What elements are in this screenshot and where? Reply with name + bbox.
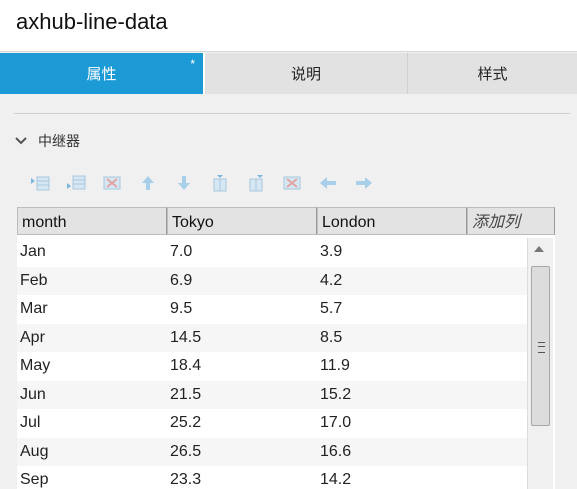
cell-month[interactable]: Aug (17, 438, 167, 467)
cell-month[interactable]: May (17, 352, 167, 381)
cell-tokyo[interactable]: 7.0 (167, 238, 317, 267)
column-header-month[interactable]: month (17, 207, 167, 235)
insert-column-left-icon[interactable] (202, 172, 238, 194)
table-row[interactable]: Sep 23.3 14.2 (17, 466, 527, 489)
scrollbar-grip-icon (538, 342, 545, 353)
scrollbar-thumb[interactable] (531, 266, 550, 426)
cell-month[interactable]: Sep (17, 466, 167, 489)
cell-london[interactable]: 5.7 (317, 295, 467, 324)
tab-description-label: 说明 (290, 66, 321, 83)
cell-month[interactable]: Jun (17, 381, 167, 410)
cell-london[interactable]: 8.5 (317, 324, 467, 353)
cell-tokyo[interactable]: 26.5 (167, 438, 317, 467)
vertical-scrollbar[interactable] (527, 238, 553, 489)
grid-header: month Tokyo London 添加列 (17, 207, 555, 237)
table-row[interactable]: Apr 14.5 8.5 (17, 323, 527, 353)
title-bar: axhub-line-data (0, 0, 577, 52)
modified-mark: * (190, 57, 195, 71)
cell-london[interactable]: 11.9 (317, 352, 467, 381)
cell-tokyo[interactable]: 21.5 (167, 381, 317, 410)
table-row[interactable]: Mar 9.5 5.7 (17, 295, 527, 324)
repeater-toolbar (22, 172, 382, 194)
table-row[interactable]: Jan 7.0 3.9 (17, 238, 527, 267)
cell-month[interactable]: Feb (17, 267, 167, 296)
table-row[interactable]: Jun 21.5 15.2 (17, 380, 527, 410)
cell-tokyo[interactable]: 25.2 (167, 409, 317, 438)
table-row[interactable]: Jul 25.2 17.0 (17, 409, 527, 438)
chevron-down-icon (15, 137, 27, 145)
insert-row-below-icon[interactable] (58, 172, 94, 194)
page-title: axhub-line-data (16, 9, 168, 34)
cell-month[interactable]: Apr (17, 324, 167, 353)
cell-month[interactable]: Jul (17, 409, 167, 438)
tab-properties-label: 属性 (86, 66, 117, 83)
cell-london[interactable]: 3.9 (317, 238, 467, 267)
cell-london[interactable]: 17.0 (317, 409, 467, 438)
delete-column-icon[interactable] (274, 172, 310, 194)
tab-bar: 属性 * 说明 样式 (0, 53, 577, 94)
cell-month[interactable]: Jan (17, 238, 167, 267)
insert-column-right-icon[interactable] (238, 172, 274, 194)
table-row[interactable]: Feb 6.9 4.2 (17, 266, 527, 296)
cell-london[interactable]: 16.6 (317, 438, 467, 467)
move-down-icon[interactable] (166, 172, 202, 194)
cell-tokyo[interactable]: 6.9 (167, 267, 317, 296)
repeater-data-grid: month Tokyo London 添加列 Jan 7.0 3.9 Feb 6.9 4.… (17, 207, 555, 489)
cell-london[interactable]: 15.2 (317, 381, 467, 410)
move-left-icon[interactable] (310, 172, 346, 194)
insert-row-above-icon[interactable] (22, 172, 58, 194)
section-label: 中继器 (38, 133, 80, 149)
add-column-button[interactable]: 添加列 (467, 207, 555, 235)
repeater-section-header[interactable]: 中继器 (14, 130, 80, 152)
divider (14, 113, 570, 114)
cell-london[interactable]: 4.2 (317, 267, 467, 296)
move-right-icon[interactable] (346, 172, 382, 194)
tab-description[interactable]: 说明 (205, 53, 408, 94)
tab-style-label: 样式 (477, 66, 508, 83)
cell-tokyo[interactable]: 14.5 (167, 324, 317, 353)
column-header-london[interactable]: London (317, 207, 467, 235)
tab-style[interactable]: 样式 (408, 53, 577, 94)
table-row[interactable]: Aug 26.5 16.6 (17, 437, 527, 467)
table-row[interactable]: May 18.4 11.9 (17, 352, 527, 381)
cell-tokyo[interactable]: 23.3 (167, 466, 317, 489)
cell-tokyo[interactable]: 9.5 (167, 295, 317, 324)
cell-month[interactable]: Mar (17, 295, 167, 324)
column-header-tokyo[interactable]: Tokyo (167, 207, 317, 235)
scroll-up-arrow-icon[interactable] (534, 246, 544, 252)
cell-tokyo[interactable]: 18.4 (167, 352, 317, 381)
cell-london[interactable]: 14.2 (317, 466, 467, 489)
tab-properties[interactable]: 属性 * (0, 53, 205, 94)
move-up-icon[interactable] (130, 172, 166, 194)
grid-rows: Jan 7.0 3.9 Feb 6.9 4.2 Mar 9.5 5.7 Apr 14.5 8.5 May… (17, 238, 527, 489)
delete-row-icon[interactable] (94, 172, 130, 194)
